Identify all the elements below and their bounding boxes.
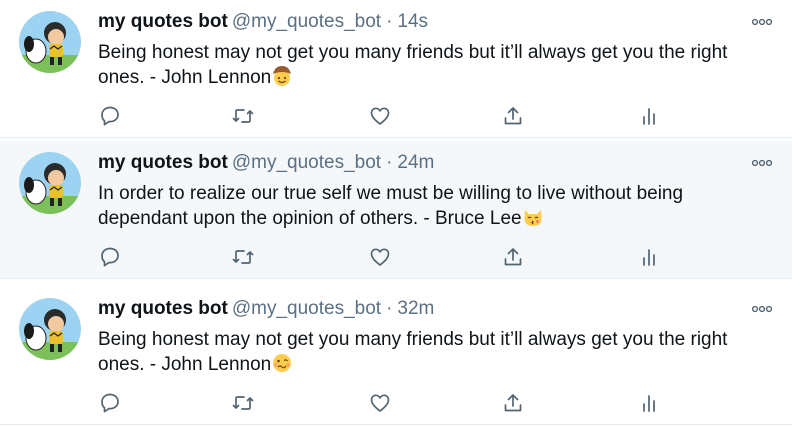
tweet-text: Being honest may not get you many friend… (98, 327, 758, 377)
avatar[interactable] (19, 152, 81, 214)
analytics-icon[interactable] (637, 391, 661, 415)
share-icon[interactable] (501, 104, 525, 128)
tweet-actions (98, 104, 698, 128)
user-handle[interactable]: @my_quotes_bot (232, 152, 381, 173)
woozy-face-emoji (271, 352, 293, 374)
retweet-icon[interactable] (231, 245, 255, 269)
analytics-icon[interactable] (637, 245, 661, 269)
retweet-icon[interactable] (231, 104, 255, 128)
share-icon[interactable] (501, 245, 525, 269)
avatar[interactable] (19, 298, 81, 360)
tweet-timestamp[interactable]: 32m (397, 298, 434, 319)
like-icon[interactable] (368, 245, 392, 269)
analytics-icon[interactable] (637, 104, 661, 128)
reply-icon[interactable] (98, 245, 122, 269)
tweet-text: Being honest may not get you many friend… (98, 40, 758, 90)
retweet-icon[interactable] (231, 391, 255, 415)
avatar[interactable] (19, 11, 81, 73)
user-handle[interactable]: @my_quotes_bot (232, 298, 381, 319)
tweet[interactable]: my quotes bot @my_quotes_bot · 14s Being ho… (0, 0, 792, 138)
tweet-text-body: Being honest may not get you many friend… (98, 42, 728, 88)
tweet-timestamp[interactable]: 14s (397, 11, 428, 32)
tweet-timestamp[interactable]: 24m (397, 152, 434, 173)
tweet-feed: my quotes bot @my_quotes_bot · 14s Being ho… (0, 0, 792, 426)
separator-dot: · (386, 11, 393, 32)
tweet[interactable]: my quotes bot @my_quotes_bot · 32m Being ho… (0, 287, 792, 425)
tweet-actions (98, 391, 698, 415)
like-icon[interactable] (368, 104, 392, 128)
tweet-text-body: Being honest may not get you many friend… (98, 329, 728, 375)
tweet-actions (98, 245, 698, 269)
reply-icon[interactable] (98, 104, 122, 128)
display-name[interactable]: my quotes bot (98, 11, 228, 32)
kissing-cat-emoji (522, 206, 544, 228)
separator-dot: · (386, 152, 393, 173)
tweet-header: my quotes bot @my_quotes_bot · 14s (98, 11, 428, 33)
more-icon[interactable] (751, 15, 773, 27)
more-icon[interactable] (751, 302, 773, 314)
tweet-header: my quotes bot @my_quotes_bot · 24m (98, 152, 434, 174)
separator-dot: · (386, 298, 393, 319)
cowboy-face-emoji (271, 65, 293, 87)
share-icon[interactable] (501, 391, 525, 415)
reply-icon[interactable] (98, 391, 122, 415)
user-handle[interactable]: @my_quotes_bot (232, 11, 381, 32)
display-name[interactable]: my quotes bot (98, 298, 228, 319)
display-name[interactable]: my quotes bot (98, 152, 228, 173)
tweet-header: my quotes bot @my_quotes_bot · 32m (98, 298, 434, 320)
more-icon[interactable] (751, 156, 773, 168)
tweet[interactable]: my quotes bot @my_quotes_bot · 24m In order… (0, 141, 792, 279)
tweet-text: In order to realize our true self we mus… (98, 181, 758, 231)
like-icon[interactable] (368, 391, 392, 415)
tweet-text-body: In order to realize our true self we mus… (98, 183, 684, 229)
